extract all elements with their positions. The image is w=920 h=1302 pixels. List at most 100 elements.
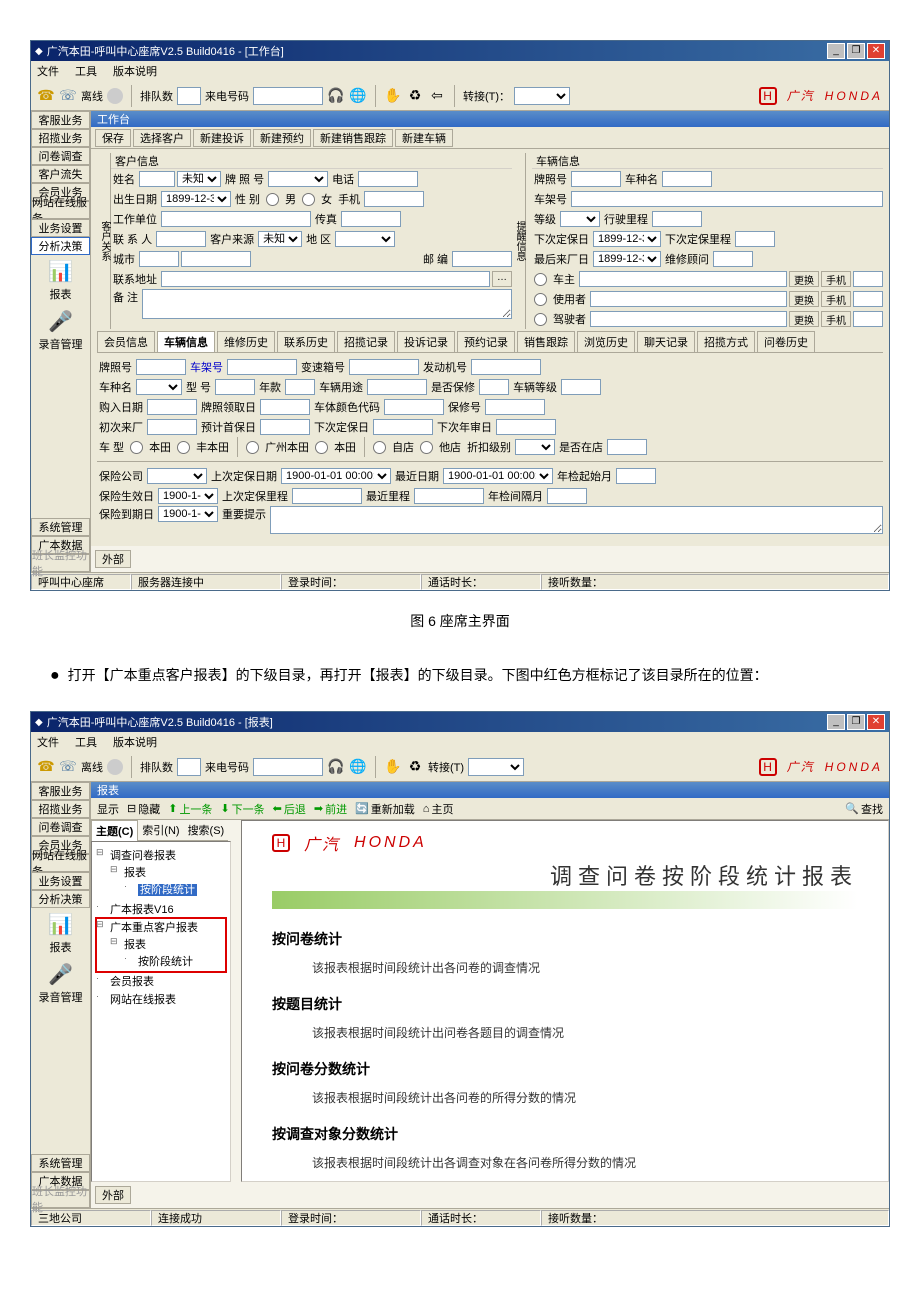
tree-gb-v16[interactable]: 广本报表V16 bbox=[96, 900, 226, 918]
sidebar-record-button[interactable]: 🎤 录音管理 bbox=[31, 305, 90, 355]
d-inseff-combo[interactable]: 1900-1-1 bbox=[158, 488, 218, 504]
tree-tab-topic[interactable]: 主题(C) bbox=[91, 820, 138, 841]
sidebar-item-web[interactable]: 网站在线服务 bbox=[31, 854, 90, 872]
d-ycint-field[interactable] bbox=[547, 488, 587, 504]
tree-key-reports[interactable]: 报表 按阶段统计 bbox=[110, 935, 226, 971]
ct-r4[interactable] bbox=[315, 441, 328, 454]
change-owner-button[interactable]: 更换 bbox=[789, 271, 819, 287]
menu-tools[interactable]: 工具 bbox=[75, 63, 97, 79]
d-trans-field[interactable] bbox=[349, 359, 419, 375]
city-field2[interactable] bbox=[181, 251, 251, 267]
queue-count-field[interactable] bbox=[177, 758, 201, 776]
vplate-field[interactable] bbox=[571, 171, 621, 187]
menu-file[interactable]: 文件 bbox=[37, 63, 59, 79]
ct-r1[interactable] bbox=[130, 441, 143, 454]
hand-icon[interactable]: ✋ bbox=[384, 87, 402, 105]
tree-tab-search[interactable]: 搜索(S) bbox=[184, 820, 229, 841]
change-user-button[interactable]: 更换 bbox=[789, 291, 819, 307]
sex-male-radio[interactable] bbox=[266, 193, 279, 206]
d-insco-combo[interactable] bbox=[147, 468, 207, 484]
headset-icon[interactable]: 🎧 bbox=[327, 758, 345, 776]
sidebar-report-button[interactable]: 📊 报表 bbox=[31, 908, 90, 958]
d-discount-combo[interactable] bbox=[515, 439, 555, 455]
sidebar-item-analysis[interactable]: 分析决策 bbox=[31, 890, 90, 908]
d-firstvisit-field[interactable] bbox=[147, 419, 197, 435]
sidebar-item-service[interactable]: 客服业务 bbox=[31, 111, 90, 129]
sidebar-item-settings[interactable]: 业务设置 bbox=[31, 872, 90, 890]
tree-tab-index[interactable]: 索引(N) bbox=[138, 820, 183, 841]
tree-by-stage-2[interactable]: 按阶段统计 bbox=[124, 952, 226, 970]
d-nextycd-field[interactable] bbox=[496, 419, 556, 435]
report-body[interactable]: H 广汽 HONDA 调查问卷按阶段统计报表 按问卷统计 该报表根据时间段统计出… bbox=[241, 820, 889, 1182]
vin-field[interactable] bbox=[571, 191, 883, 207]
sidebar-item-invite[interactable]: 招揽业务 bbox=[31, 800, 90, 818]
rt-find[interactable]: 🔍查找 bbox=[845, 801, 883, 817]
tab-complaint-rec[interactable]: 投诉记录 bbox=[397, 331, 455, 352]
external-button[interactable]: 外部 bbox=[95, 1186, 131, 1204]
d-instore-field[interactable] bbox=[607, 439, 647, 455]
sidebar-item-sysmgmt[interactable]: 系统管理 bbox=[31, 1154, 90, 1172]
fax-field[interactable] bbox=[341, 211, 401, 227]
birth-combo[interactable]: 1899-12-31 bbox=[161, 191, 231, 207]
recycle-icon[interactable]: ♻ bbox=[406, 758, 424, 776]
lastdate-combo[interactable]: 1899-12-31 bbox=[593, 251, 661, 267]
new-appt-button[interactable]: 新建预约 bbox=[253, 129, 311, 147]
d-recentdate-combo[interactable]: 1900-01-01 00:00:0 bbox=[443, 468, 553, 484]
tab-appt-rec[interactable]: 预约记录 bbox=[457, 331, 515, 352]
d-insexp-combo[interactable]: 1900-1-1 bbox=[158, 506, 218, 522]
sex-female-radio[interactable] bbox=[302, 193, 315, 206]
d-color-field[interactable] bbox=[384, 399, 444, 415]
tab-survey-hist[interactable]: 问卷历史 bbox=[757, 331, 815, 352]
sidebar-item-monitor[interactable]: 班长监控功能 bbox=[31, 1190, 90, 1208]
plate-combo[interactable] bbox=[268, 171, 328, 187]
d-year-field[interactable] bbox=[285, 379, 315, 395]
hangup-icon[interactable]: ☏ bbox=[59, 87, 77, 105]
recycle-icon[interactable]: ♻ bbox=[406, 87, 424, 105]
d-recentmile-field[interactable] bbox=[414, 488, 484, 504]
dial-icon[interactable]: ☎ bbox=[37, 87, 55, 105]
source-combo[interactable]: 未知 bbox=[258, 231, 302, 247]
dial-icon[interactable]: ☎ bbox=[37, 758, 55, 776]
hand-icon[interactable]: ✋ bbox=[384, 758, 402, 776]
owner-name-field[interactable] bbox=[579, 271, 787, 287]
queue-count-field[interactable] bbox=[177, 87, 201, 105]
globe-icon[interactable]: 🌐 bbox=[349, 87, 367, 105]
d-modelname-combo[interactable] bbox=[136, 379, 182, 395]
phone-field[interactable] bbox=[358, 171, 418, 187]
menu-version[interactable]: 版本说明 bbox=[113, 734, 157, 750]
rt-fwd[interactable]: ➡前进 bbox=[314, 801, 347, 817]
rt-hide[interactable]: ⊟隐藏 bbox=[127, 801, 160, 817]
tree-by-stage-1[interactable]: 按阶段统计 bbox=[124, 880, 226, 898]
tree-survey-report[interactable]: 调查问卷报表 报表 按阶段统计 bbox=[96, 846, 226, 900]
incoming-number-field[interactable] bbox=[253, 758, 323, 776]
close-button[interactable]: ✕ bbox=[867, 714, 885, 730]
close-button[interactable]: ✕ bbox=[867, 43, 885, 59]
incoming-number-field[interactable] bbox=[253, 87, 323, 105]
d-usage-field[interactable] bbox=[367, 379, 427, 395]
advisor-field[interactable] bbox=[713, 251, 753, 267]
minimize-button[interactable]: _ bbox=[827, 43, 845, 59]
workunit-field[interactable] bbox=[161, 211, 311, 227]
back-arrow-icon[interactable]: ⇦ bbox=[428, 87, 446, 105]
addr-field[interactable] bbox=[161, 271, 490, 287]
d-mgrade-field[interactable] bbox=[561, 379, 601, 395]
d-plate-field[interactable] bbox=[136, 359, 186, 375]
sidebar-item-churn[interactable]: 客户流失 bbox=[31, 165, 90, 183]
tree-member-report[interactable]: 会员报表 bbox=[96, 972, 226, 990]
driver-radio[interactable] bbox=[534, 313, 547, 326]
user-name-field[interactable] bbox=[590, 291, 787, 307]
d-maintno-field[interactable] bbox=[485, 399, 545, 415]
transfer-combo[interactable] bbox=[468, 758, 524, 776]
d-ycstart-field[interactable] bbox=[616, 468, 656, 484]
save-button[interactable]: 保存 bbox=[95, 129, 131, 147]
mileage-field[interactable] bbox=[652, 211, 702, 227]
state-icon[interactable] bbox=[107, 759, 123, 775]
d-ismaint-field[interactable] bbox=[479, 379, 509, 395]
headset-icon[interactable]: 🎧 bbox=[327, 87, 345, 105]
rt-reload[interactable]: 🔄重新加载 bbox=[355, 801, 415, 817]
right-rail-remind[interactable]: 提醒信息 bbox=[512, 153, 526, 329]
tab-invite-rec[interactable]: 招揽记录 bbox=[337, 331, 395, 352]
d-hint-field[interactable] bbox=[270, 506, 883, 534]
d-lmm-field[interactable] bbox=[292, 488, 362, 504]
name-combo[interactable]: 未知 bbox=[177, 171, 221, 187]
